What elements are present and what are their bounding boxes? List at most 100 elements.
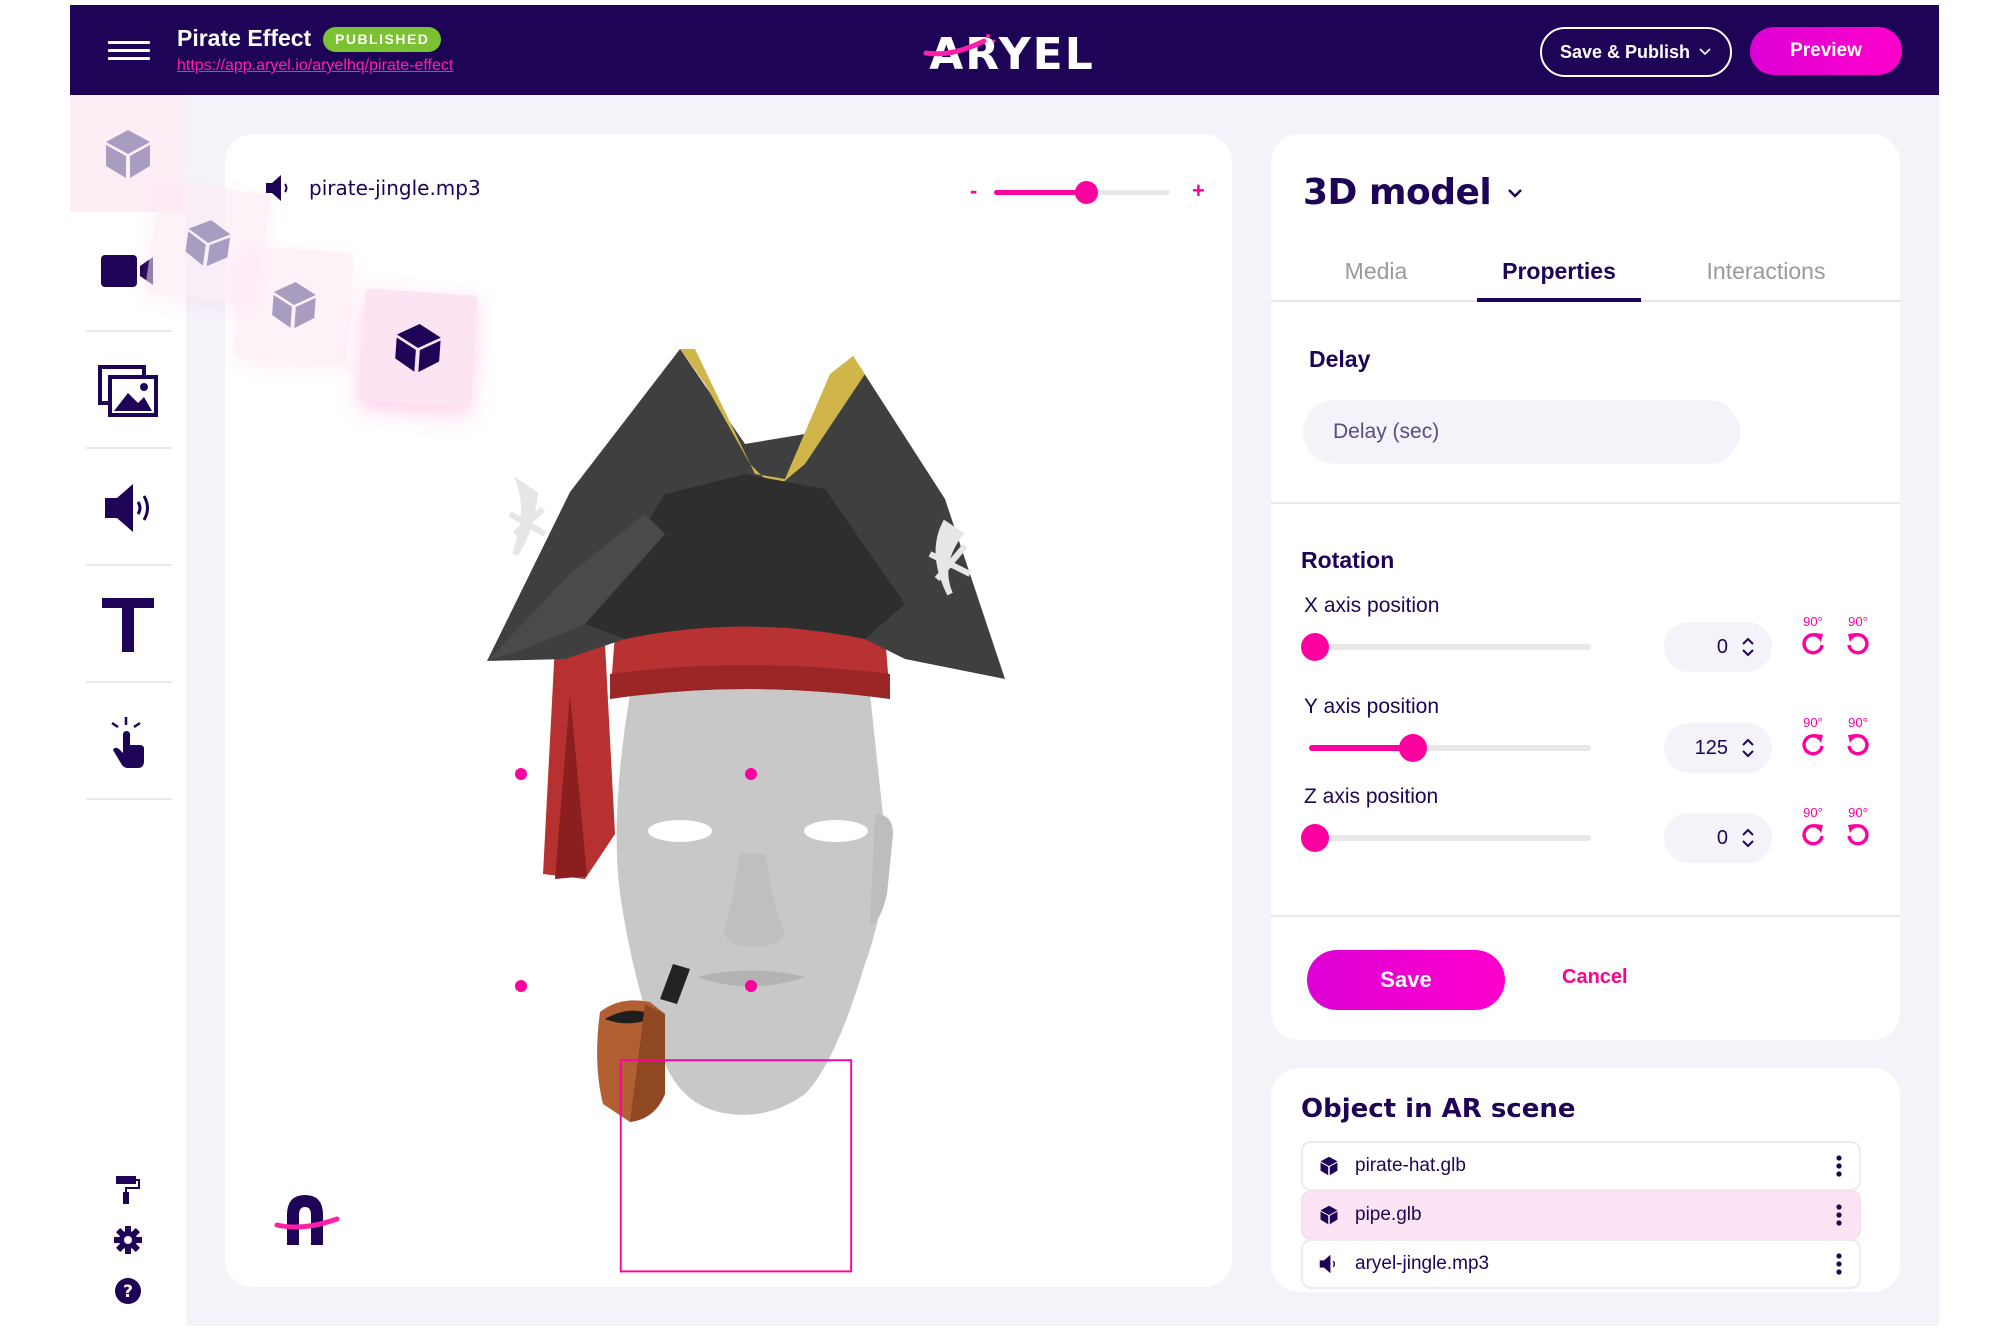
settings-button[interactable] <box>108 1222 148 1258</box>
rotate-degree-label: 90° <box>1848 805 1868 820</box>
rotate-ccw-icon <box>1847 633 1869 655</box>
status-badge: PUBLISHED <box>323 27 442 52</box>
aryel-logo: ARYEL <box>923 29 1093 77</box>
scene-object-name: aryel-jingle.mp3 <box>1355 1253 1490 1274</box>
axis-label: X axis position <box>1304 594 1440 617</box>
top-bar: Pirate Effect PUBLISHED https://app.arye… <box>70 5 1939 95</box>
paint-roller-button[interactable] <box>108 1172 148 1208</box>
project-url-link[interactable]: https://app.aryel.io/aryelhq/pirate-effe… <box>177 57 453 75</box>
more-options-button[interactable] <box>1819 1195 1859 1235</box>
more-options-button[interactable] <box>1819 1244 1859 1284</box>
element-type-label: 3D model <box>1303 172 1492 213</box>
panel-tabs: Media Properties Interactions <box>1271 244 1900 302</box>
kebab-menu-icon <box>1836 1155 1842 1177</box>
sidebar-item-text[interactable] <box>70 566 186 683</box>
section-divider <box>1271 502 1900 504</box>
rotate-cw-icon <box>1802 824 1824 846</box>
axis-label: Y axis position <box>1304 695 1440 718</box>
cube-icon <box>1320 1205 1338 1225</box>
element-type-dropdown[interactable]: 3D model <box>1303 172 1523 213</box>
rotate-counterclockwise-button[interactable]: 90° <box>1841 805 1875 853</box>
axis-value-stepper[interactable]: 0 <box>1664 813 1772 863</box>
sidebar-item-audio[interactable] <box>70 449 186 566</box>
tap-icon <box>111 716 144 768</box>
chevron-down-icon[interactable] <box>1742 750 1754 758</box>
delay-input[interactable] <box>1303 400 1740 464</box>
sidebar-item-interaction[interactable] <box>70 683 186 800</box>
stepper-arrows[interactable] <box>1742 738 1754 758</box>
axis-slider-fill <box>1309 745 1407 751</box>
rotate-ccw-icon <box>1847 824 1869 846</box>
rotate-counterclockwise-button[interactable]: 90° <box>1841 715 1875 763</box>
scene-object-item[interactable]: pipe.glb <box>1301 1190 1861 1240</box>
preview-button[interactable]: Preview <box>1750 27 1902 75</box>
cube-icon <box>395 324 441 373</box>
tab-properties[interactable]: Properties <box>1477 258 1641 302</box>
help-button[interactable]: ? <box>108 1273 148 1309</box>
scene-objects-title: Object in AR scene <box>1301 1094 1576 1124</box>
axis-slider-thumb[interactable] <box>1301 824 1329 852</box>
axis-slider-thumb[interactable] <box>1301 633 1329 661</box>
cube-icon <box>106 129 150 178</box>
axis-value-stepper[interactable]: 125 <box>1664 723 1772 773</box>
rotate-degree-label: 90° <box>1803 715 1823 730</box>
rotate-clockwise-button[interactable]: 90° <box>1796 614 1830 662</box>
tab-interactions[interactable]: Interactions <box>1661 258 1871 302</box>
scene-object-item[interactable]: aryel-jingle.mp3 <box>1301 1239 1861 1289</box>
stepper-arrows[interactable] <box>1742 637 1754 657</box>
right-eye <box>804 820 868 842</box>
more-options-button[interactable] <box>1819 1146 1859 1186</box>
save-publish-label: Save & Publish <box>1559 41 1691 62</box>
kebab-menu-icon <box>1836 1253 1842 1275</box>
tab-media[interactable]: Media <box>1296 258 1456 302</box>
chevron-up-icon[interactable] <box>1742 738 1754 746</box>
resize-handle-bottom-right <box>745 980 757 992</box>
chevron-down-icon[interactable] <box>1742 840 1754 848</box>
rotate-counterclockwise-button[interactable]: 90° <box>1841 614 1875 662</box>
cube-icon <box>185 220 231 267</box>
menu-button[interactable] <box>108 41 150 61</box>
app-window: Pirate Effect PUBLISHED https://app.arye… <box>70 5 1939 1326</box>
axis-value-stepper[interactable]: 0 <box>1664 622 1772 672</box>
text-icon <box>102 597 154 652</box>
dragged-3d-model-tile[interactable] <box>358 288 478 408</box>
stepper-arrows[interactable] <box>1742 828 1754 848</box>
resize-handle-top-right <box>745 768 757 780</box>
rotate-clockwise-button[interactable]: 90° <box>1796 805 1830 853</box>
speaker-icon <box>105 483 149 532</box>
menu-line <box>108 49 150 52</box>
cancel-button[interactable]: Cancel <box>1562 966 1628 989</box>
rotate-degree-label: 90° <box>1848 614 1868 629</box>
scene-object-item[interactable]: pirate-hat.glb <box>1301 1141 1861 1191</box>
cube-icon <box>1320 1156 1338 1176</box>
svg-text:?: ? <box>123 1282 133 1302</box>
images-icon <box>98 364 158 417</box>
aryel-mark-icon <box>274 1195 340 1245</box>
help-icon: ? <box>115 1278 141 1304</box>
rotate-degree-label: 90° <box>1803 614 1823 629</box>
chevron-up-icon[interactable] <box>1742 828 1754 836</box>
menu-line <box>108 57 150 60</box>
save-publish-button[interactable]: Save & Publish <box>1540 27 1732 77</box>
drag-ghost-tile <box>234 245 354 365</box>
save-button[interactable]: Save <box>1307 950 1505 1010</box>
sidebar-item-images[interactable] <box>70 332 186 449</box>
section-divider <box>1271 915 1900 917</box>
rotate-clockwise-button[interactable]: 90° <box>1796 715 1830 763</box>
rotation-label: Rotation <box>1301 547 1395 573</box>
axis-slider[interactable] <box>1301 633 1591 661</box>
delay-label: Delay <box>1309 346 1371 372</box>
axis-slider[interactable] <box>1309 734 1591 762</box>
gear-icon <box>114 1226 142 1254</box>
scene-object-name: pipe.glb <box>1355 1204 1422 1225</box>
axis-slider[interactable] <box>1301 824 1591 852</box>
chevron-up-icon[interactable] <box>1742 637 1754 645</box>
chevron-down-icon[interactable] <box>1742 649 1754 657</box>
resize-handle-bottom-left <box>515 980 527 992</box>
rotate-cw-icon <box>1802 633 1824 655</box>
rotate-cw-icon <box>1802 734 1824 756</box>
menu-line <box>108 41 150 44</box>
axis-slider-thumb[interactable] <box>1398 734 1427 762</box>
chevron-down-icon <box>1699 48 1711 56</box>
axis-value: 125 <box>1694 736 1728 759</box>
